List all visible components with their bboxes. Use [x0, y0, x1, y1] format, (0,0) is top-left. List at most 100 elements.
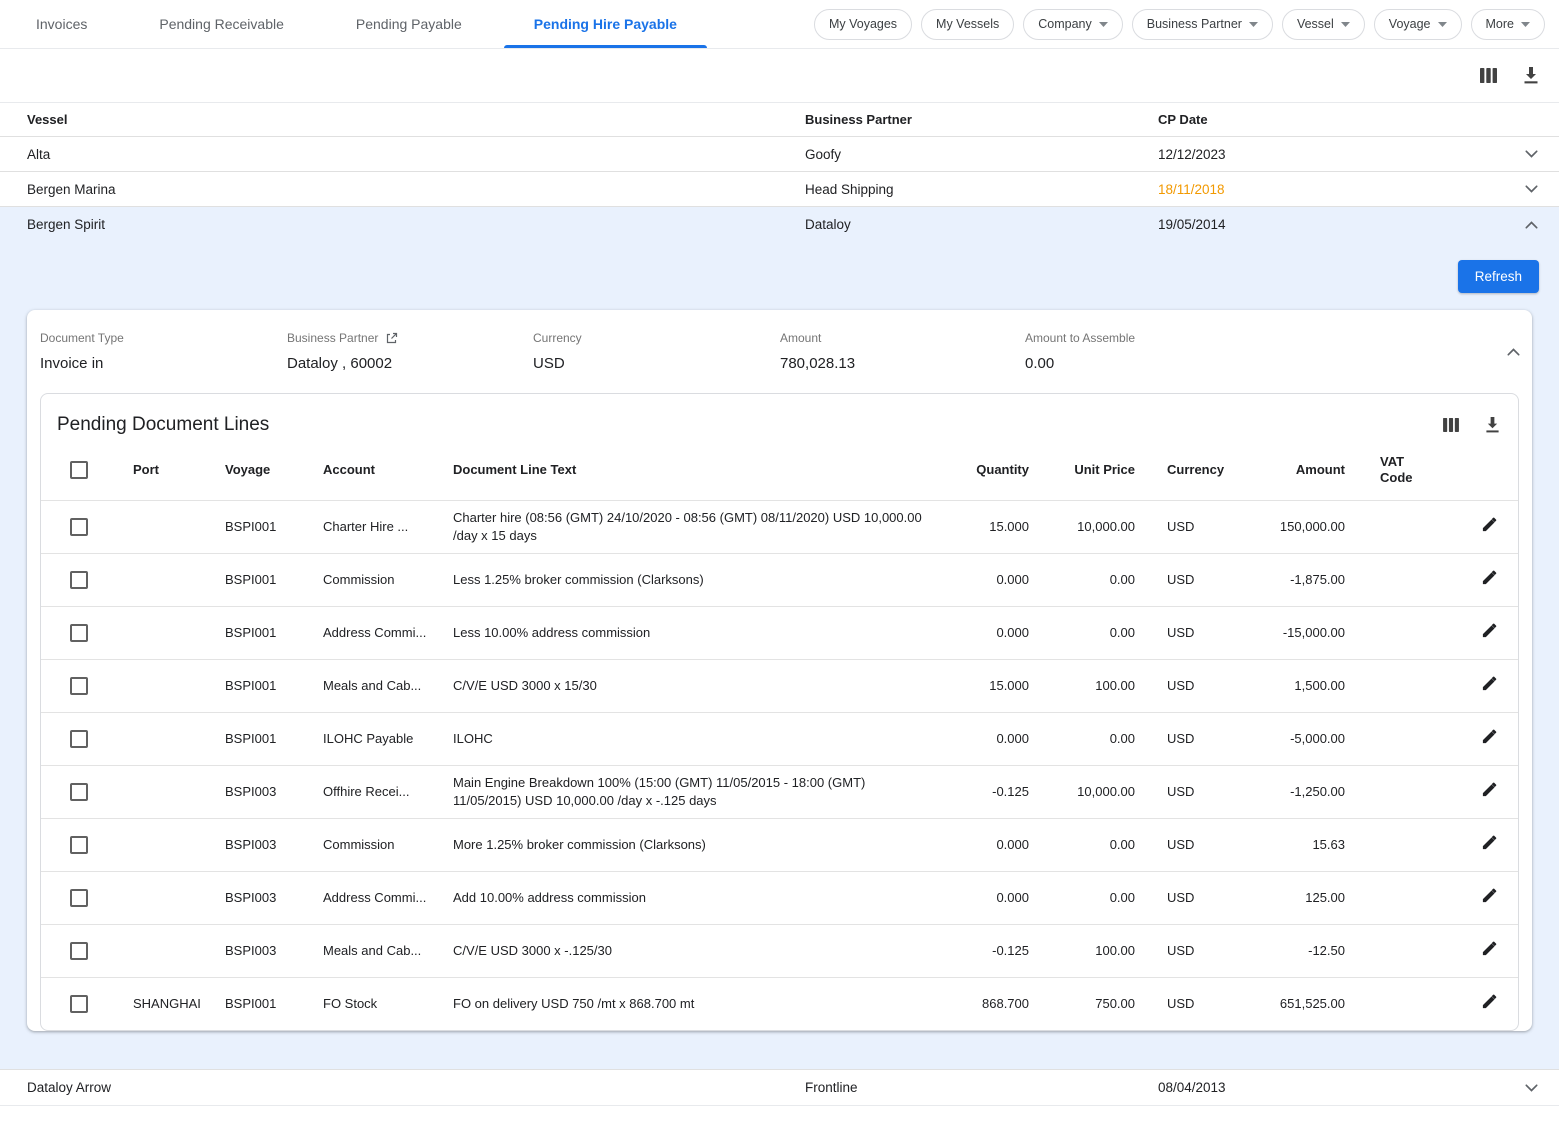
line-text: ILOHC	[437, 730, 935, 748]
row-checkbox[interactable]	[70, 836, 88, 854]
chevron-down-icon	[1249, 22, 1258, 27]
filter-label: More	[1486, 17, 1514, 31]
line-quantity: 0.000	[935, 624, 1039, 642]
chevron-down-icon[interactable]	[1525, 150, 1538, 158]
pencil-icon[interactable]	[1481, 569, 1498, 586]
pencil-icon[interactable]	[1481, 834, 1498, 851]
document-summary: Document Type Invoice in Business Partne…	[27, 310, 1532, 393]
chevron-down-icon	[1521, 22, 1530, 27]
line-unit-price: 0.00	[1039, 624, 1145, 642]
column-settings-icon[interactable]	[1480, 68, 1497, 83]
download-icon[interactable]	[1523, 67, 1539, 84]
line-amount: 15.63	[1215, 836, 1368, 854]
vessel-row-bergen-spirit[interactable]: Bergen Spirit Dataloy 19/05/2014	[0, 207, 1559, 242]
chevron-up-icon[interactable]	[1507, 348, 1520, 356]
vessel-name: Alta	[0, 147, 778, 162]
row-checkbox[interactable]	[70, 942, 88, 960]
document-line-row: BSPI001 Commission Less 1.25% broker com…	[41, 553, 1518, 606]
pencil-icon[interactable]	[1481, 728, 1498, 745]
line-amount: -1,875.00	[1215, 571, 1368, 589]
line-voyage: BSPI003	[209, 942, 307, 960]
line-quantity: -0.125	[935, 783, 1039, 801]
line-quantity: 0.000	[935, 889, 1039, 907]
chevron-down-icon[interactable]	[1525, 1084, 1538, 1092]
line-text: C/V/E USD 3000 x 15/30	[437, 677, 935, 695]
line-currency: USD	[1145, 730, 1215, 748]
line-unit-price: 0.00	[1039, 836, 1145, 854]
open-in-new-icon[interactable]	[385, 332, 398, 345]
pending-document-lines-card: Pending Document Lines Port Voyage A	[40, 393, 1519, 1031]
row-checkbox[interactable]	[70, 995, 88, 1013]
chevron-up-icon[interactable]	[1525, 221, 1538, 229]
filter-label: My Voyages	[829, 17, 897, 31]
filter-my-voyages[interactable]: My Voyages	[814, 9, 912, 40]
select-all-checkbox[interactable]	[70, 461, 88, 479]
filter-more[interactable]: More	[1471, 9, 1545, 40]
filter-label: Vessel	[1297, 17, 1334, 31]
vessel-row-bergen-marina[interactable]: Bergen Marina Head Shipping 18/11/2018	[0, 172, 1559, 207]
pencil-icon[interactable]	[1481, 675, 1498, 692]
row-checkbox[interactable]	[70, 677, 88, 695]
pencil-icon[interactable]	[1481, 940, 1498, 957]
filter-vessel[interactable]: Vessel	[1282, 9, 1365, 40]
line-currency: USD	[1145, 783, 1215, 801]
line-quantity: 0.000	[935, 836, 1039, 854]
filter-company[interactable]: Company	[1023, 9, 1123, 40]
document-line-row: BSPI001 ILOHC Payable ILOHC 0.000 0.00 U…	[41, 712, 1518, 765]
vessel-name: Bergen Spirit	[0, 217, 778, 232]
tab-pending-hire-payable[interactable]: Pending Hire Payable	[498, 0, 713, 48]
filter-voyage[interactable]: Voyage	[1374, 9, 1462, 40]
line-amount: 651,525.00	[1215, 995, 1368, 1013]
line-text: Add 10.00% address commission	[437, 889, 935, 907]
line-text: C/V/E USD 3000 x -.125/30	[437, 942, 935, 960]
row-checkbox[interactable]	[70, 889, 88, 907]
line-currency: USD	[1145, 995, 1215, 1013]
cp-date: 12/12/2023	[1131, 147, 1503, 162]
line-unit-price: 100.00	[1039, 942, 1145, 960]
business-partner-name: Head Shipping	[778, 182, 1131, 197]
line-account: Address Commi...	[307, 624, 437, 642]
line-voyage: BSPI001	[209, 677, 307, 695]
document-type-value: Invoice in	[40, 355, 287, 372]
pencil-icon[interactable]	[1481, 622, 1498, 639]
tab-pending-receivable[interactable]: Pending Receivable	[123, 0, 320, 48]
pencil-icon[interactable]	[1481, 516, 1498, 533]
tab-invoices[interactable]: Invoices	[0, 0, 123, 48]
vessel-row-dataloy-arrow[interactable]: Dataloy Arrow Frontline 08/04/2013	[0, 1069, 1559, 1106]
tab-pending-payable[interactable]: Pending Payable	[320, 0, 498, 48]
line-quantity: 15.000	[935, 677, 1039, 695]
tab-nav: Invoices Pending Receivable Pending Paya…	[0, 0, 713, 48]
pencil-icon[interactable]	[1481, 887, 1498, 904]
expanded-vessel-section: Bergen Spirit Dataloy 19/05/2014 Refresh…	[0, 207, 1559, 1069]
expanded-panel: Refresh Document Type Invoice in Busines…	[0, 242, 1559, 1069]
col-account: Account	[307, 461, 437, 479]
row-checkbox[interactable]	[70, 518, 88, 536]
row-checkbox[interactable]	[70, 624, 88, 642]
refresh-button[interactable]: Refresh	[1458, 260, 1539, 293]
filter-business-partner[interactable]: Business Partner	[1132, 9, 1273, 40]
line-voyage: BSPI001	[209, 571, 307, 589]
pencil-icon[interactable]	[1481, 781, 1498, 798]
chevron-down-icon[interactable]	[1525, 185, 1538, 193]
col-business-partner: Business Partner	[778, 112, 1131, 127]
col-unit-price: Unit Price	[1039, 462, 1145, 478]
pencil-icon[interactable]	[1481, 993, 1498, 1010]
filter-my-vessels[interactable]: My Vessels	[921, 9, 1014, 40]
line-unit-price: 10,000.00	[1039, 783, 1145, 801]
line-voyage: BSPI001	[209, 995, 307, 1013]
line-unit-price: 0.00	[1039, 889, 1145, 907]
row-checkbox[interactable]	[70, 783, 88, 801]
document-line-row: BSPI003 Address Commi... Add 10.00% addr…	[41, 871, 1518, 924]
cp-date-overdue: 18/11/2018	[1131, 182, 1503, 197]
amount-to-assemble-label: Amount to Assemble	[1025, 331, 1480, 345]
col-vat-code: VAT Code	[1368, 454, 1460, 486]
document-line-row: BSPI001 Address Commi... Less 10.00% add…	[41, 606, 1518, 659]
row-checkbox[interactable]	[70, 571, 88, 589]
row-checkbox[interactable]	[70, 730, 88, 748]
line-amount: -12.50	[1215, 942, 1368, 960]
line-currency: USD	[1145, 518, 1215, 536]
amount-to-assemble-value: 0.00	[1025, 355, 1480, 372]
vessel-row-alta[interactable]: Alta Goofy 12/12/2023	[0, 137, 1559, 172]
column-settings-icon[interactable]	[1443, 418, 1459, 432]
download-icon[interactable]	[1485, 417, 1500, 433]
